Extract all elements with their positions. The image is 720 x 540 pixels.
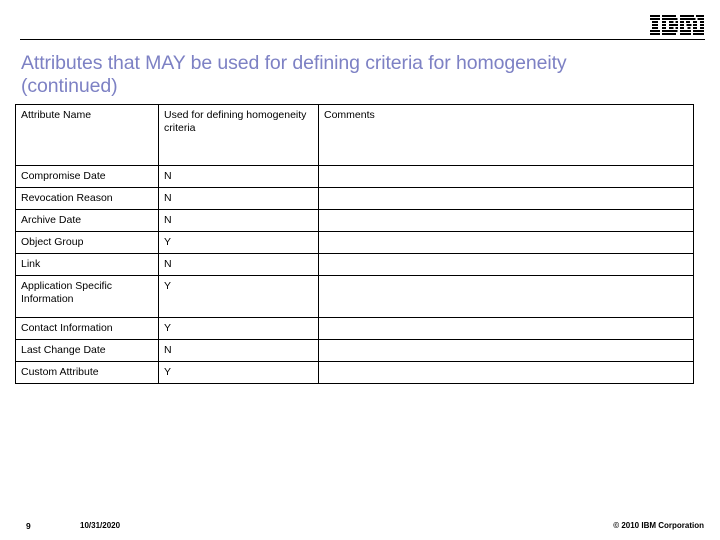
ibm-logo-svg bbox=[650, 15, 704, 35]
table-row: Last Change Date N bbox=[15, 339, 694, 362]
column-header-used-for-defining: Used for defining homogeneity criteria bbox=[158, 104, 319, 166]
cell-used-for-defining: N bbox=[158, 187, 319, 210]
table-row: Revocation Reason N bbox=[15, 187, 694, 210]
cell-comments bbox=[318, 187, 694, 210]
cell-attribute-name: Link bbox=[15, 253, 159, 276]
cell-used-for-defining: N bbox=[158, 339, 319, 362]
table-row: Application Specific Information Y bbox=[15, 275, 694, 318]
cell-comments bbox=[318, 317, 694, 340]
table-row: Custom Attribute Y bbox=[15, 361, 694, 384]
table-header: Attribute Name Used for defining homogen… bbox=[15, 104, 694, 166]
cell-attribute-name: Custom Attribute bbox=[15, 361, 159, 384]
cell-used-for-defining: Y bbox=[158, 275, 319, 318]
cell-attribute-name: Application Specific Information bbox=[15, 275, 159, 318]
header-divider-rule bbox=[20, 39, 705, 40]
table-row: Archive Date N bbox=[15, 209, 694, 232]
cell-attribute-name: Compromise Date bbox=[15, 165, 159, 188]
column-header-comments: Comments bbox=[318, 104, 694, 166]
footer-date: 10/31/2020 bbox=[80, 521, 121, 530]
cell-attribute-name: Object Group bbox=[15, 231, 159, 254]
slide-footer: 9 10/31/2020 © 2010 IBM Corporation bbox=[0, 512, 720, 540]
cell-comments bbox=[318, 361, 694, 384]
cell-used-for-defining: N bbox=[158, 209, 319, 232]
table-row: Link N bbox=[15, 253, 694, 276]
cell-attribute-name: Last Change Date bbox=[15, 339, 159, 362]
table-row: Object Group Y bbox=[15, 231, 694, 254]
cell-comments bbox=[318, 209, 694, 232]
cell-comments bbox=[318, 275, 694, 318]
cell-attribute-name: Contact Information bbox=[15, 317, 159, 340]
table-row: Compromise Date N bbox=[15, 165, 694, 188]
page-title: Attributes that MAY be used for defining… bbox=[21, 52, 567, 97]
cell-used-for-defining: Y bbox=[158, 361, 319, 384]
cell-comments bbox=[318, 253, 694, 276]
cell-used-for-defining: N bbox=[158, 253, 319, 276]
slide-header bbox=[0, 0, 720, 42]
table-body: Compromise Date N Revocation Reason N Archiv… bbox=[15, 165, 694, 384]
attributes-table: Attribute Name Used for defining homogen… bbox=[15, 104, 694, 384]
ibm-logo bbox=[650, 15, 704, 36]
cell-used-for-defining: Y bbox=[158, 231, 319, 254]
footer-page-number: 9 bbox=[26, 521, 31, 531]
column-header-attribute-name: Attribute Name bbox=[15, 104, 159, 166]
cell-used-for-defining: Y bbox=[158, 317, 319, 340]
cell-comments bbox=[318, 231, 694, 254]
cell-attribute-name: Revocation Reason bbox=[15, 187, 159, 210]
table-header-row: Attribute Name Used for defining homogen… bbox=[15, 104, 694, 166]
cell-comments bbox=[318, 339, 694, 362]
cell-comments bbox=[318, 165, 694, 188]
cell-used-for-defining: N bbox=[158, 165, 319, 188]
table-row: Contact Information Y bbox=[15, 317, 694, 340]
cell-attribute-name: Archive Date bbox=[15, 209, 159, 232]
footer-copyright: © 2010 IBM Corporation bbox=[613, 521, 704, 530]
